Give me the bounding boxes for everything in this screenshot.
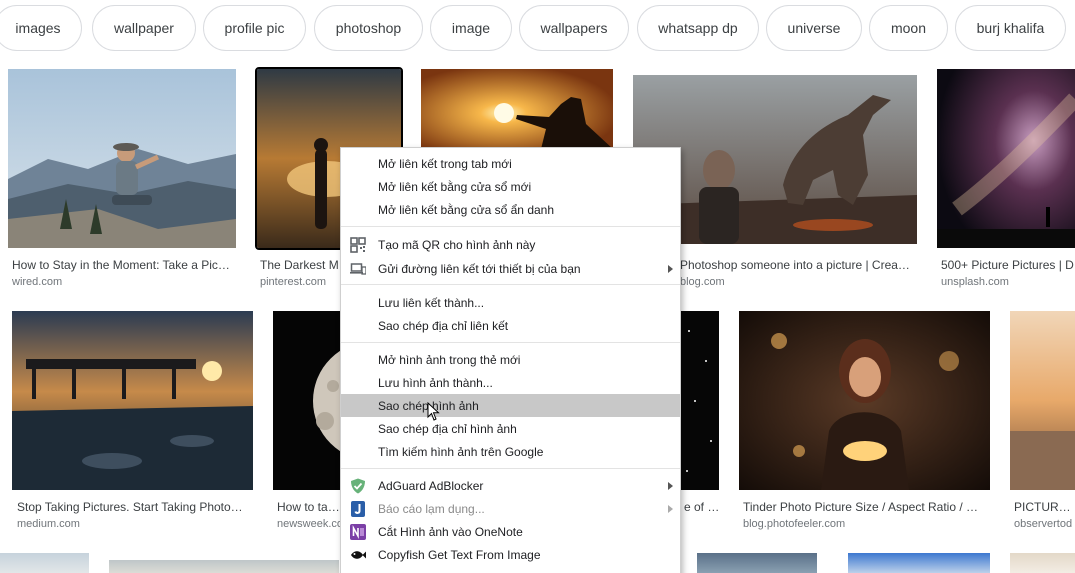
result-site: newsweek.co (277, 518, 340, 530)
mouse-cursor-icon (427, 401, 441, 422)
chip-wallpaper[interactable]: wallpaper (92, 5, 196, 51)
menu-separator (341, 468, 680, 469)
result-caption[interactable]: The Darkest M (260, 258, 340, 272)
image-result-row3-1[interactable] (0, 553, 89, 573)
sun-in-hand-photo (421, 69, 613, 149)
menu-item-label: Tạo mã QR cho hình ảnh này (378, 237, 536, 252)
menu-separator (341, 342, 680, 343)
result-site: wired.com (12, 276, 63, 288)
context-menu: Mở liên kết trong tab mới Mở liên kết bằ… (340, 147, 681, 573)
menu-separator (341, 226, 680, 227)
girl-with-lights-photo (739, 311, 990, 490)
report-j-icon (350, 501, 366, 517)
menu-clip-onenote[interactable]: Cắt Hình ảnh vào OneNote (341, 520, 680, 543)
menu-open-image-new-tab[interactable]: Mở hình ảnh trong thẻ mới (341, 348, 680, 371)
menu-item-label: Tìm kiếm hình ảnh trên Google (378, 444, 544, 459)
result-caption[interactable]: e of … (684, 500, 724, 514)
menu-item-label: Lưu hình ảnh thành... (378, 375, 493, 390)
qr-code-icon (350, 237, 366, 253)
chip-burj-khalifa[interactable]: burj khalifa (955, 5, 1066, 51)
menu-open-link-new-window[interactable]: Mở liên kết bằng cửa sổ mới (341, 175, 680, 198)
menu-report-abuse[interactable]: Báo cáo lạm dụng... (341, 497, 680, 520)
image-result-row3-2[interactable] (109, 560, 339, 573)
result-site: observertod (1014, 518, 1073, 530)
result-caption[interactable]: Tinder Photo Picture Size / Aspect Ratio… (743, 500, 988, 514)
menu-item-label: Mở liên kết bằng cửa sổ mới (378, 179, 532, 194)
chip-profile-pic[interactable]: profile pic (203, 5, 306, 51)
menu-item-label: Sao chép địa chỉ liên kết (378, 318, 509, 333)
submenu-arrow-icon (668, 265, 673, 273)
result-site: blog.com (680, 276, 725, 288)
menu-save-link-as[interactable]: Lưu liên kết thành... (341, 291, 680, 314)
menu-search-image-google[interactable]: Tìm kiếm hình ảnh trên Google (341, 440, 680, 463)
chip-image[interactable]: image (430, 5, 512, 51)
image-result-row3-5[interactable] (1010, 553, 1075, 573)
galaxy-photo (937, 69, 1075, 248)
image-result-girl-lights[interactable] (739, 311, 990, 490)
menu-item-label: Báo cáo lạm dụng... (378, 501, 485, 516)
menu-item-label: Lưu liên kết thành... (378, 295, 485, 310)
menu-copy-image-address[interactable]: Sao chép địa chỉ hình ảnh (341, 417, 680, 440)
pier-sunset-photo (12, 311, 253, 490)
menu-item-label: Gửi đường liên kết tới thiết bị của bạn (378, 261, 581, 276)
chip-moon[interactable]: moon (869, 5, 948, 51)
result-caption[interactable]: How to Stay in the Moment: Take a Pic… (12, 258, 234, 272)
copyfish-icon (350, 547, 366, 563)
submenu-arrow-icon (668, 482, 673, 490)
adguard-shield-icon (350, 478, 366, 494)
image-result-sun-hand[interactable] (421, 69, 613, 149)
starry-sky-photo (681, 311, 719, 490)
menu-save-image-as[interactable]: Lưu hình ảnh thành... (341, 371, 680, 394)
image-result-hiker[interactable] (8, 69, 236, 248)
image-result-beach[interactable] (1010, 311, 1075, 490)
menu-item-label: Sao chép địa chỉ hình ảnh (378, 421, 517, 436)
result-caption[interactable]: 500+ Picture Pictures | D (941, 258, 1075, 272)
menu-item-label: Mở liên kết bằng cửa sổ ẩn danh (378, 202, 555, 217)
onenote-icon (350, 524, 366, 540)
menu-open-link-incognito[interactable]: Mở liên kết bằng cửa sổ ẩn danh (341, 198, 680, 221)
beach-sunset-photo (1010, 311, 1075, 490)
menu-create-qr-code[interactable]: Tạo mã QR cho hình ảnh này (341, 233, 680, 256)
menu-send-to-device[interactable]: Gửi đường liên kết tới thiết bị của bạn (341, 257, 680, 280)
menu-item-label: Mở hình ảnh trong thẻ mới (378, 352, 521, 367)
image-result-row3-3[interactable] (697, 553, 817, 573)
menu-open-link-new-tab[interactable]: Mở liên kết trong tab mới (341, 152, 680, 175)
menu-adguard[interactable]: AdGuard AdBlocker (341, 474, 680, 497)
result-caption[interactable]: Photoshop someone into a picture | Crea… (680, 258, 916, 272)
moon-photo (273, 311, 343, 490)
image-result-pier[interactable] (12, 311, 253, 490)
result-caption[interactable]: PICTURE TH (1014, 500, 1075, 514)
menu-copyfish[interactable]: Copyfish Get Text From Image (341, 543, 680, 566)
submenu-arrow-icon (668, 505, 673, 513)
menu-separator (341, 284, 680, 285)
result-caption[interactable]: How to take (277, 500, 340, 514)
chip-universe[interactable]: universe (766, 5, 862, 51)
image-result-row3-4[interactable] (848, 553, 990, 573)
result-site: unsplash.com (941, 276, 1009, 288)
chip-wallpapers[interactable]: wallpapers (519, 5, 629, 51)
hiker-photo (8, 69, 236, 248)
image-result-galaxy[interactable] (937, 69, 1075, 248)
result-site: pinterest.com (260, 276, 327, 288)
image-result-stars[interactable] (681, 311, 719, 490)
chip-images[interactable]: images (0, 5, 82, 51)
result-site: medium.com (17, 518, 80, 530)
menu-copy-link-address[interactable]: Sao chép địa chỉ liên kết (341, 314, 680, 337)
chip-whatsapp-dp[interactable]: whatsapp dp (637, 5, 759, 51)
menu-item-label: AdGuard AdBlocker (378, 478, 484, 493)
image-result-moon[interactable] (273, 311, 343, 490)
result-caption[interactable]: Stop Taking Pictures. Start Taking Photo… (17, 500, 251, 514)
devices-icon (350, 261, 367, 277)
result-site: blog.photofeeler.com (743, 518, 846, 530)
menu-item-label: Copyfish Get Text From Image (378, 547, 541, 562)
menu-item-label: Cắt Hình ảnh vào OneNote (378, 524, 523, 539)
menu-item-label: Mở liên kết trong tab mới (378, 156, 512, 171)
chip-photoshop[interactable]: photoshop (314, 5, 423, 51)
menu-copy-image[interactable]: Sao chép hình ảnh (341, 394, 680, 417)
